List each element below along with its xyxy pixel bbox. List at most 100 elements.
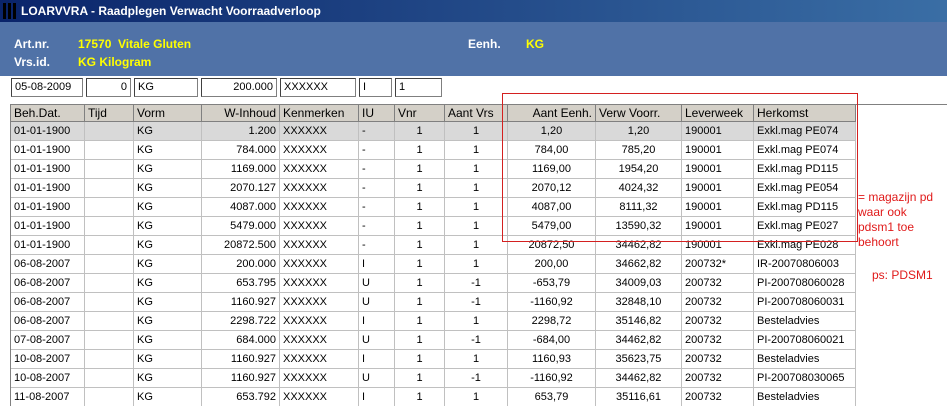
- cell-dat: 06-08-2007: [11, 255, 85, 274]
- cell-herkomst: Besteladvies: [754, 312, 856, 331]
- cell-tijd: [85, 350, 134, 369]
- col-aant-vrs[interactable]: Aant Vrs: [445, 105, 508, 122]
- cell-vrs: 1: [445, 236, 508, 255]
- col-iu[interactable]: IU: [359, 105, 395, 122]
- kenmerken-field[interactable]: XXXXXX: [280, 78, 356, 97]
- col-tijd[interactable]: Tijd: [85, 105, 134, 122]
- col-verw-voorr[interactable]: Verw Voorr.: [596, 105, 682, 122]
- table-row[interactable]: 06-08-2007 KG 1160.927 XXXXXX U 1 -1 -1160,92 32…: [11, 293, 856, 312]
- table-row[interactable]: 01-01-1900 KG 1169.000 XXXXXX -1 1 1169,00 1954…: [11, 160, 856, 179]
- cell-vrs: -1: [445, 293, 508, 312]
- cell-vnr: 1: [395, 236, 445, 255]
- app-icon: [2, 3, 16, 19]
- vnr-field[interactable]: 1: [395, 78, 442, 97]
- col-vorm[interactable]: Vorm: [134, 105, 202, 122]
- cell-week: 190001: [682, 141, 754, 160]
- table-row[interactable]: 07-08-2007 KG 684.000 XXXXXX U 1 -1 -684,00 3446…: [11, 331, 856, 350]
- date-field[interactable]: 05-08-2009: [11, 78, 83, 97]
- cell-inhoud: 684.000: [202, 331, 280, 350]
- cell-tijd: [85, 274, 134, 293]
- cell-week: 200732: [682, 350, 754, 369]
- cell-week: 200732: [682, 331, 754, 350]
- col-w-inhoud[interactable]: W-Inhoud: [202, 105, 280, 122]
- cell-herkomst: PI-200708060028: [754, 274, 856, 293]
- cell-voorr: 35116,61: [596, 388, 682, 406]
- table-row[interactable]: 01-01-1900 KG 784.000 XXXXXX -1 1 784,00 785,20…: [11, 141, 856, 160]
- cell-week: 190001: [682, 217, 754, 236]
- cell-inhoud: 2070.127: [202, 179, 280, 198]
- cell-iu: U: [359, 331, 395, 350]
- cell-voorr: 785,20: [596, 141, 682, 160]
- col-vnr[interactable]: Vnr: [395, 105, 445, 122]
- cell-iu: U: [359, 274, 395, 293]
- col-beh-dat[interactable]: Beh.Dat.: [11, 105, 85, 122]
- cell-vorm: KG: [134, 331, 202, 350]
- cell-week: 200732*: [682, 255, 754, 274]
- window-title: LOARVVRA - Raadplegen Verwacht Voorraadv…: [21, 4, 321, 18]
- eenh-value: KG: [526, 37, 544, 51]
- cell-iu: -: [359, 236, 395, 255]
- artnr-label: Art.nr.: [14, 37, 50, 51]
- cell-herkomst: Exkl.mag PE028: [754, 236, 856, 255]
- cell-vrs: 1: [445, 179, 508, 198]
- cell-eenh: 4087,00: [508, 198, 596, 217]
- grid-header: Beh.Dat. Tijd Vorm W-Inhoud Kenmerken IU…: [11, 105, 856, 122]
- cell-herkomst: Exkl.mag PD115: [754, 160, 856, 179]
- col-kenmerken[interactable]: Kenmerken: [280, 105, 359, 122]
- table-row[interactable]: 06-08-2007 KG 200.000 XXXXXX I 1 1 200,00 34662,…: [11, 255, 856, 274]
- table-row[interactable]: 01-01-1900 KG 20872.500 XXXXXX -1 1 20872,50 34…: [11, 236, 856, 255]
- cell-voorr: 35146,82: [596, 312, 682, 331]
- cell-herkomst: PI-200708060021: [754, 331, 856, 350]
- cell-eenh: 1169,00: [508, 160, 596, 179]
- cell-tijd: [85, 141, 134, 160]
- table-row[interactable]: 06-08-2007 KG 2298.722 XXXXXX I 1 1 2298,72 3514…: [11, 312, 856, 331]
- eenh-label: Eenh.: [468, 37, 501, 51]
- table-row[interactable]: 01-01-1900 KG 5479.000 XXXXXX -1 1 5479,00 1359…: [11, 217, 856, 236]
- cell-herkomst: Exkl.mag PE074: [754, 122, 856, 141]
- cell-eenh: -684,00: [508, 331, 596, 350]
- col-aant-eenh[interactable]: Aant Eenh.: [508, 105, 596, 122]
- amount-field[interactable]: 200.000: [201, 78, 277, 97]
- table-row[interactable]: 06-08-2007 KG 653.795 XXXXXX U 1 -1 -653,79 3400…: [11, 274, 856, 293]
- cell-eenh: 1160,93: [508, 350, 596, 369]
- cell-vnr: 1: [395, 369, 445, 388]
- cell-kenm: XXXXXX: [280, 331, 359, 350]
- cell-eenh: 2070,12: [508, 179, 596, 198]
- cell-iu: -: [359, 198, 395, 217]
- cell-vrs: -1: [445, 331, 508, 350]
- cell-vnr: 1: [395, 350, 445, 369]
- cell-inhoud: 5479.000: [202, 217, 280, 236]
- table-row[interactable]: 10-08-2007 KG 1160.927 XXXXXX I 1 1 1160,93 3562…: [11, 350, 856, 369]
- cell-voorr: 1954,20: [596, 160, 682, 179]
- cell-inhoud: 784.000: [202, 141, 280, 160]
- cell-eenh: 784,00: [508, 141, 596, 160]
- iu-field[interactable]: I: [359, 78, 392, 97]
- cell-vrs: 1: [445, 217, 508, 236]
- cell-dat: 01-01-1900: [11, 179, 85, 198]
- number-field[interactable]: 0: [86, 78, 131, 97]
- table-row[interactable]: 11-08-2007 KG 653.792 XXXXXX I 1 1 653,79 35116,…: [11, 388, 856, 406]
- cell-dat: 01-01-1900: [11, 217, 85, 236]
- cell-vorm: KG: [134, 236, 202, 255]
- cell-tijd: [85, 312, 134, 331]
- cell-iu: I: [359, 255, 395, 274]
- table-row[interactable]: 01-01-1900 KG 2070.127 XXXXXX -1 1 2070,12 4024…: [11, 179, 856, 198]
- cell-iu: I: [359, 312, 395, 331]
- table-row[interactable]: 01-01-1900 KG 4087.000 XXXXXX -1 1 4087,00 8111…: [11, 198, 856, 217]
- annotation-note-pdsm1: ps: PDSM1: [872, 268, 933, 282]
- unit-field[interactable]: KG: [134, 78, 198, 97]
- table-row[interactable]: 10-08-2007 KG 1160.927 XXXXXX U 1 -1 -1160,92 34…: [11, 369, 856, 388]
- col-herkomst[interactable]: Herkomst: [754, 105, 856, 122]
- cell-herkomst: Exkl.mag PE027: [754, 217, 856, 236]
- cell-herkomst: Exkl.mag PE054: [754, 179, 856, 198]
- col-leverweek[interactable]: Leverweek: [682, 105, 754, 122]
- cell-kenm: XXXXXX: [280, 388, 359, 406]
- cell-iu: U: [359, 369, 395, 388]
- cell-kenm: XXXXXX: [280, 369, 359, 388]
- cell-dat: 06-08-2007: [11, 274, 85, 293]
- cell-vrs: 1: [445, 141, 508, 160]
- table-row[interactable]: 01-01-1900 KG 1.200 XXXXXX -1 1 1,20 1,20 190001…: [11, 122, 856, 141]
- cell-tijd: [85, 122, 134, 141]
- cell-vnr: 1: [395, 198, 445, 217]
- cell-vorm: KG: [134, 179, 202, 198]
